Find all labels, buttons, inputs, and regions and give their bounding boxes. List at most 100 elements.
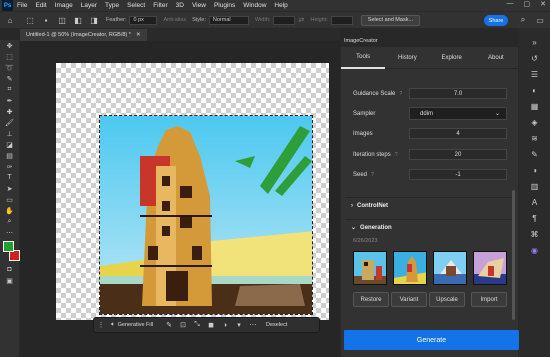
channels-icon[interactable]: ≋ [519,130,550,146]
result-thumbnail[interactable] [473,251,507,285]
select-subject-icon[interactable]: ⊡ [176,318,190,332]
tab-tools[interactable]: Tools [341,47,386,69]
menu-file[interactable]: File [13,2,31,9]
history-icon[interactable]: ↺ [519,50,550,66]
menu-3d[interactable]: 3D [172,2,188,9]
rectangle-tool-icon[interactable]: ▭ [0,194,19,205]
eraser-tool-icon[interactable]: ◪ [0,139,19,150]
result-thumbnail[interactable] [433,251,467,285]
paragraph-icon[interactable]: ¶ [519,210,550,226]
guidance-input[interactable]: 7.0 [409,88,507,99]
generative-fill-button[interactable]: ✦ Generative Fill [110,322,162,328]
adjustments-icon[interactable]: ◑ [519,162,550,178]
controlnet-section[interactable]: › ControlNet [345,197,514,213]
modify-selection-icon[interactable]: ✎ [162,318,176,332]
fill-icon[interactable]: ▾ [232,318,246,332]
panel-scrollbar[interactable] [512,190,515,320]
menu-help[interactable]: Help [270,2,291,9]
stamp-tool-icon[interactable]: ⊥ [0,128,19,139]
workspace-icon[interactable]: ▭ [534,14,546,26]
character-icon[interactable]: A [519,194,550,210]
height-input[interactable] [330,15,353,25]
foreground-color-swatch[interactable] [3,241,14,252]
new-selection-icon[interactable]: ▪ [40,14,52,26]
generate-button[interactable]: Generate [344,330,519,350]
menu-plugins[interactable]: Plugins [210,2,239,9]
zoom-tool-icon[interactable]: ⌕ [0,216,19,227]
drag-handle-icon[interactable]: ⋮ [94,318,108,332]
transform-icon[interactable]: ⤡ [190,318,204,332]
document-tab[interactable]: Untitled-1 @ 50% (ImageCreator, RGB/8) *… [20,29,147,41]
width-input[interactable] [273,15,296,25]
type-tool-icon[interactable]: T [0,172,19,183]
restore-button[interactable]: Restore [353,292,389,307]
steps-input[interactable]: 20 [409,149,507,160]
maximize-icon[interactable]: ▢ [524,0,531,8]
intersect-selection-icon[interactable]: ◨ [88,14,100,26]
help-icon[interactable]: ? [399,91,402,97]
import-button[interactable]: Import [471,292,507,307]
healing-brush-icon[interactable]: ✚ [0,106,19,117]
images-input[interactable]: 4 [409,128,507,139]
collapse-panels-icon[interactable]: » [519,34,550,50]
quick-mask-icon[interactable]: ◘ [0,264,19,275]
select-and-mask-button[interactable]: Select and Mask... [360,14,421,26]
tab-about[interactable]: About [474,47,518,69]
marquee-tool-icon[interactable]: ⬚ [0,51,19,62]
imagecreator-plugin-icon[interactable]: ◉ [519,242,550,258]
menu-filter[interactable]: Filter [149,2,171,9]
color-icon[interactable]: ◐ [519,82,550,98]
glyphs-icon[interactable]: ⌘ [519,226,550,242]
hand-tool-icon[interactable]: ✋ [0,205,19,216]
mask-icon[interactable]: ◼ [204,318,218,332]
seed-input[interactable]: -1 [409,169,507,180]
generated-artwork[interactable] [99,115,313,315]
swap-icon[interactable]: ⇄ [298,16,304,24]
layers-icon[interactable]: ◈ [519,114,550,130]
swatches-icon[interactable]: ▦ [519,98,550,114]
style-select[interactable]: Normal [208,15,249,25]
generation-section[interactable]: ⌄ Generation [345,219,514,235]
libraries-icon[interactable]: ▥ [519,178,550,194]
invert-icon[interactable]: ◑ [218,318,232,332]
close-icon[interactable]: ✕ [540,0,546,8]
paths-icon[interactable]: ✎ [519,146,550,162]
menu-layer[interactable]: Layer [77,2,101,9]
menu-view[interactable]: View [188,2,210,9]
brush-tool-icon[interactable]: 🖌 [0,117,19,128]
add-selection-icon[interactable]: ◫ [56,14,68,26]
lasso-tool-icon[interactable]: ➰ [0,62,19,73]
result-thumbnail[interactable] [353,251,387,285]
path-select-icon[interactable]: ➤ [0,183,19,194]
help-icon[interactable]: ? [395,152,398,158]
tab-explore[interactable]: Explore [430,47,474,69]
properties-icon[interactable]: ☰ [519,66,550,82]
share-button[interactable]: Share [484,15,508,26]
menu-type[interactable]: Type [101,2,123,9]
search-icon[interactable]: ⌕ [517,14,529,26]
menu-edit[interactable]: Edit [31,2,50,9]
crop-tool-icon[interactable]: ⌗ [0,84,19,95]
screen-mode-icon[interactable]: ▣ [0,275,19,286]
close-tab-icon[interactable]: ✕ [136,32,141,38]
more-options-icon[interactable]: ⋯ [246,318,260,332]
quick-select-icon[interactable]: ✎ [0,73,19,84]
upscale-button[interactable]: Upscale [429,292,465,307]
subtract-selection-icon[interactable]: ◧ [72,14,84,26]
gradient-tool-icon[interactable]: ▤ [0,150,19,161]
eyedropper-icon[interactable]: ✒ [0,95,19,106]
minimize-icon[interactable]: — [507,0,514,8]
sampler-select[interactable]: ddim ⌄ [409,107,507,120]
more-tools-icon[interactable]: ⋯ [0,227,19,238]
pen-tool-icon[interactable]: ✑ [0,161,19,172]
home-icon[interactable]: ⌂ [4,14,16,26]
tab-history[interactable]: History [385,47,429,69]
feather-input[interactable]: 0 px [129,15,158,25]
result-thumbnail[interactable] [393,251,427,285]
variant-button[interactable]: Variant [391,292,427,307]
deselect-button[interactable]: Deselect [266,322,287,328]
help-icon[interactable]: ? [371,172,374,178]
move-tool-icon[interactable]: ✥ [0,40,19,51]
marquee-icon[interactable]: ⬚ [24,14,36,26]
menu-image[interactable]: Image [51,2,77,9]
